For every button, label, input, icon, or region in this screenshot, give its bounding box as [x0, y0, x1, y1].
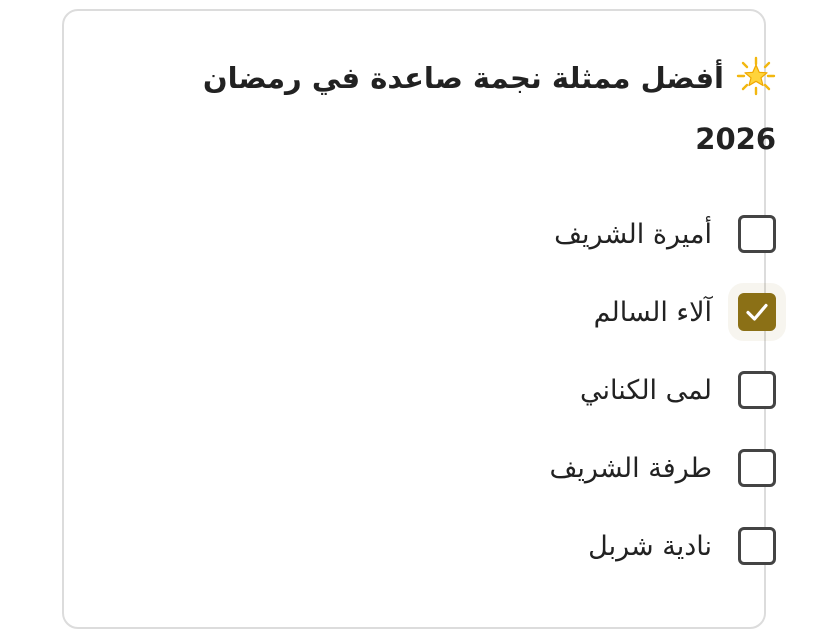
poll-title-row: أفضل ممثلة نجمة صاعدة في رمضان 2026 [156, 48, 776, 170]
option-label: آلاء السالم [593, 296, 712, 328]
poll-option-1[interactable]: آلاء السالم [594, 290, 776, 334]
checkbox[interactable] [738, 527, 776, 565]
checkbox[interactable] [738, 215, 776, 253]
poll-option-0[interactable]: أميرة الشريف [554, 212, 776, 256]
poll-option-2[interactable]: لمى الكناني [580, 368, 776, 412]
checkbox[interactable] [738, 449, 776, 487]
checkmark-icon [746, 303, 768, 321]
option-label: نادية شربل [588, 530, 712, 562]
poll-title: أفضل ممثلة نجمة صاعدة في رمضان 2026 [202, 61, 776, 156]
checkbox[interactable] [738, 371, 776, 409]
option-label: لمى الكناني [580, 374, 712, 406]
poll-option-3[interactable]: طرفة الشريف [549, 446, 776, 490]
option-label: أميرة الشريف [554, 218, 712, 250]
checkbox-checked[interactable] [738, 293, 776, 331]
poll-option-4[interactable]: نادية شربل [588, 524, 776, 568]
glowing-star-icon [736, 56, 776, 96]
option-label: طرفة الشريف [549, 452, 712, 484]
